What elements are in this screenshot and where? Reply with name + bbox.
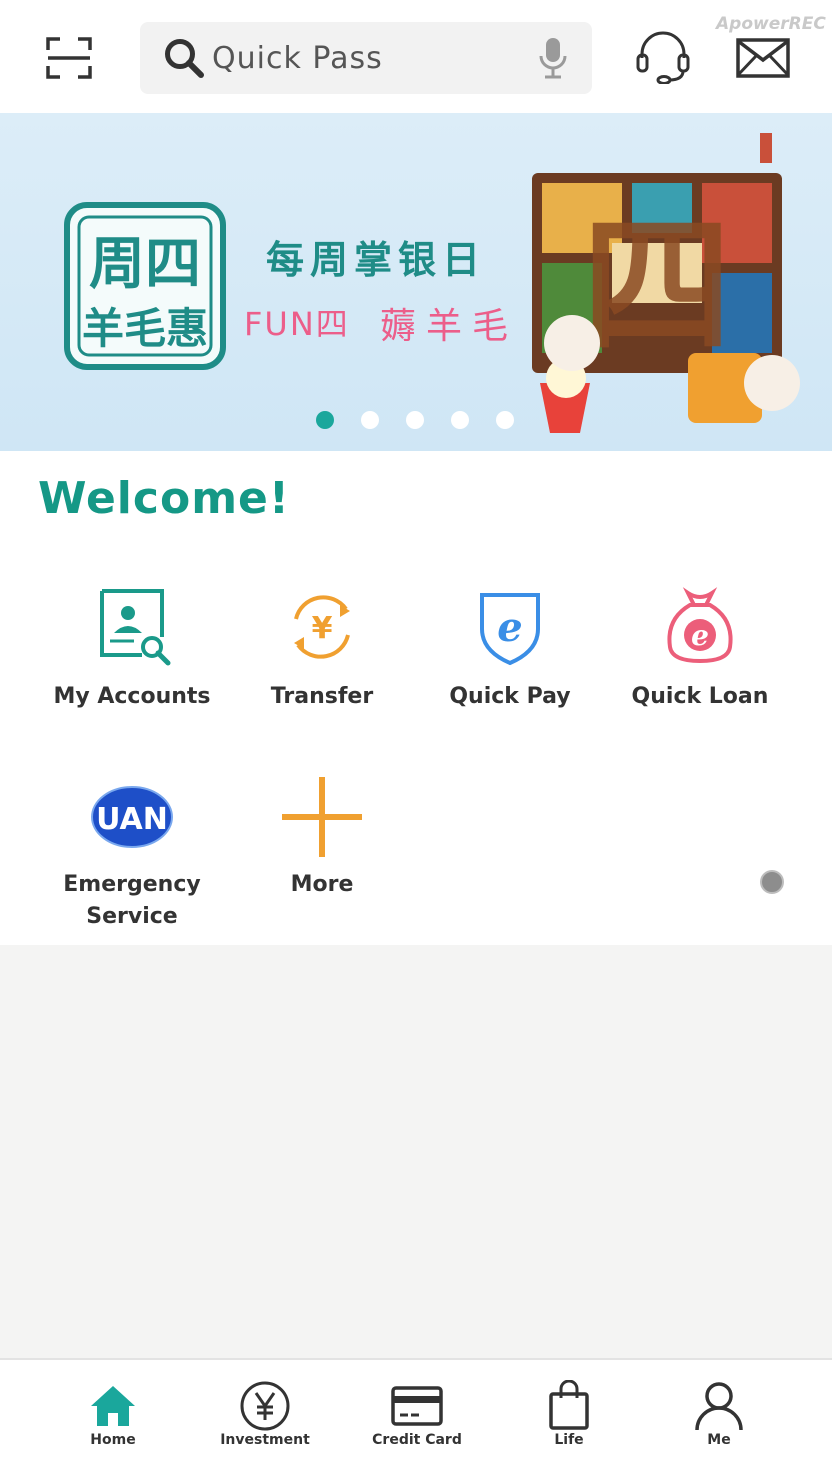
e-money-bag-icon: e	[667, 587, 733, 664]
tab-investment[interactable]: Investment	[190, 1360, 340, 1472]
account-search-icon	[100, 589, 171, 666]
tab-label: Investment	[220, 1432, 310, 1448]
scan-button[interactable]	[44, 34, 94, 82]
promo-logo: 周四 羊毛惠	[64, 202, 226, 370]
messages-button[interactable]	[736, 38, 790, 78]
top-bar: ApowerREC	[0, 0, 832, 113]
banner-subline-right: 薅羊毛	[380, 306, 519, 347]
carousel-dot[interactable]	[451, 411, 469, 429]
carousel-dot[interactable]	[316, 411, 334, 429]
tab-label: Me	[707, 1432, 731, 1448]
bottom-tab-bar: Home Investment Credit Card Life Me	[0, 1358, 832, 1472]
service-my-accounts[interactable]: My Accounts	[38, 585, 226, 725]
svg-text:e: e	[497, 604, 522, 651]
credit-card-icon	[391, 1386, 443, 1426]
home-content: Welcome! My Accounts ¥ Transfer e Quick …	[0, 451, 832, 945]
tab-life[interactable]: Life	[494, 1360, 644, 1472]
tab-credit-card[interactable]: Credit Card	[342, 1360, 492, 1472]
recorder-watermark: ApowerREC	[716, 14, 826, 34]
tab-label: Home	[90, 1432, 136, 1448]
search-icon	[165, 39, 204, 78]
tab-home[interactable]: Home	[38, 1360, 188, 1472]
service-label: Emergency	[63, 872, 201, 897]
yuan-circle-icon	[240, 1381, 290, 1431]
e-shield-icon: e	[480, 593, 540, 666]
svg-text:羊毛惠: 羊毛惠	[82, 304, 208, 353]
service-label: Quick Loan	[631, 684, 769, 709]
yuan-transfer-icon: ¥	[294, 595, 350, 659]
banner-headline: 每周掌银日	[266, 238, 487, 282]
service-label: Service	[86, 904, 178, 929]
uan-globe-icon: UAN	[91, 786, 173, 848]
shopping-bag-icon	[549, 1380, 589, 1430]
carousel-dot[interactable]	[496, 411, 514, 429]
assistive-touch-button[interactable]	[760, 870, 784, 894]
headset-icon	[636, 31, 690, 85]
tab-label: Credit Card	[372, 1432, 462, 1448]
plus-icon	[282, 777, 362, 857]
service-quick-pay[interactable]: e Quick Pay	[416, 585, 604, 725]
search-input[interactable]	[212, 32, 522, 84]
user-icon	[695, 1382, 743, 1431]
svg-text:e: e	[691, 619, 709, 652]
banner-illustration: 四	[532, 133, 800, 433]
carousel-dot[interactable]	[361, 411, 379, 429]
carousel-dot[interactable]	[406, 411, 424, 429]
scan-icon	[46, 37, 92, 79]
promo-banner[interactable]: 周四 羊毛惠 每周掌银日 FUN四 薅羊毛 四	[0, 113, 832, 451]
tab-me[interactable]: Me	[644, 1360, 794, 1472]
mail-icon	[736, 38, 790, 78]
svg-text:四: 四	[582, 200, 732, 374]
welcome-title: Welcome!	[38, 473, 290, 524]
service-label: My Accounts	[53, 684, 211, 709]
carousel-indicator	[316, 411, 541, 429]
service-quick-loan[interactable]: e Quick Loan	[606, 585, 794, 725]
service-emergency[interactable]: UAN Emergency Service	[38, 775, 226, 935]
microphone-icon[interactable]	[536, 36, 570, 80]
home-icon	[91, 1386, 135, 1426]
banner-subline-left: FUN四	[244, 305, 350, 343]
search-bar[interactable]	[140, 22, 592, 94]
service-transfer[interactable]: ¥ Transfer	[228, 585, 416, 725]
tab-label: Life	[554, 1432, 584, 1448]
service-label: More	[290, 872, 354, 897]
svg-text:UAN: UAN	[96, 802, 168, 837]
service-more[interactable]: More	[228, 775, 416, 915]
svg-text:周四: 周四	[89, 232, 201, 297]
service-label: Quick Pay	[449, 684, 571, 709]
customer-service-button[interactable]	[634, 28, 692, 85]
service-label: Transfer	[270, 684, 374, 709]
svg-text:¥: ¥	[312, 611, 333, 646]
